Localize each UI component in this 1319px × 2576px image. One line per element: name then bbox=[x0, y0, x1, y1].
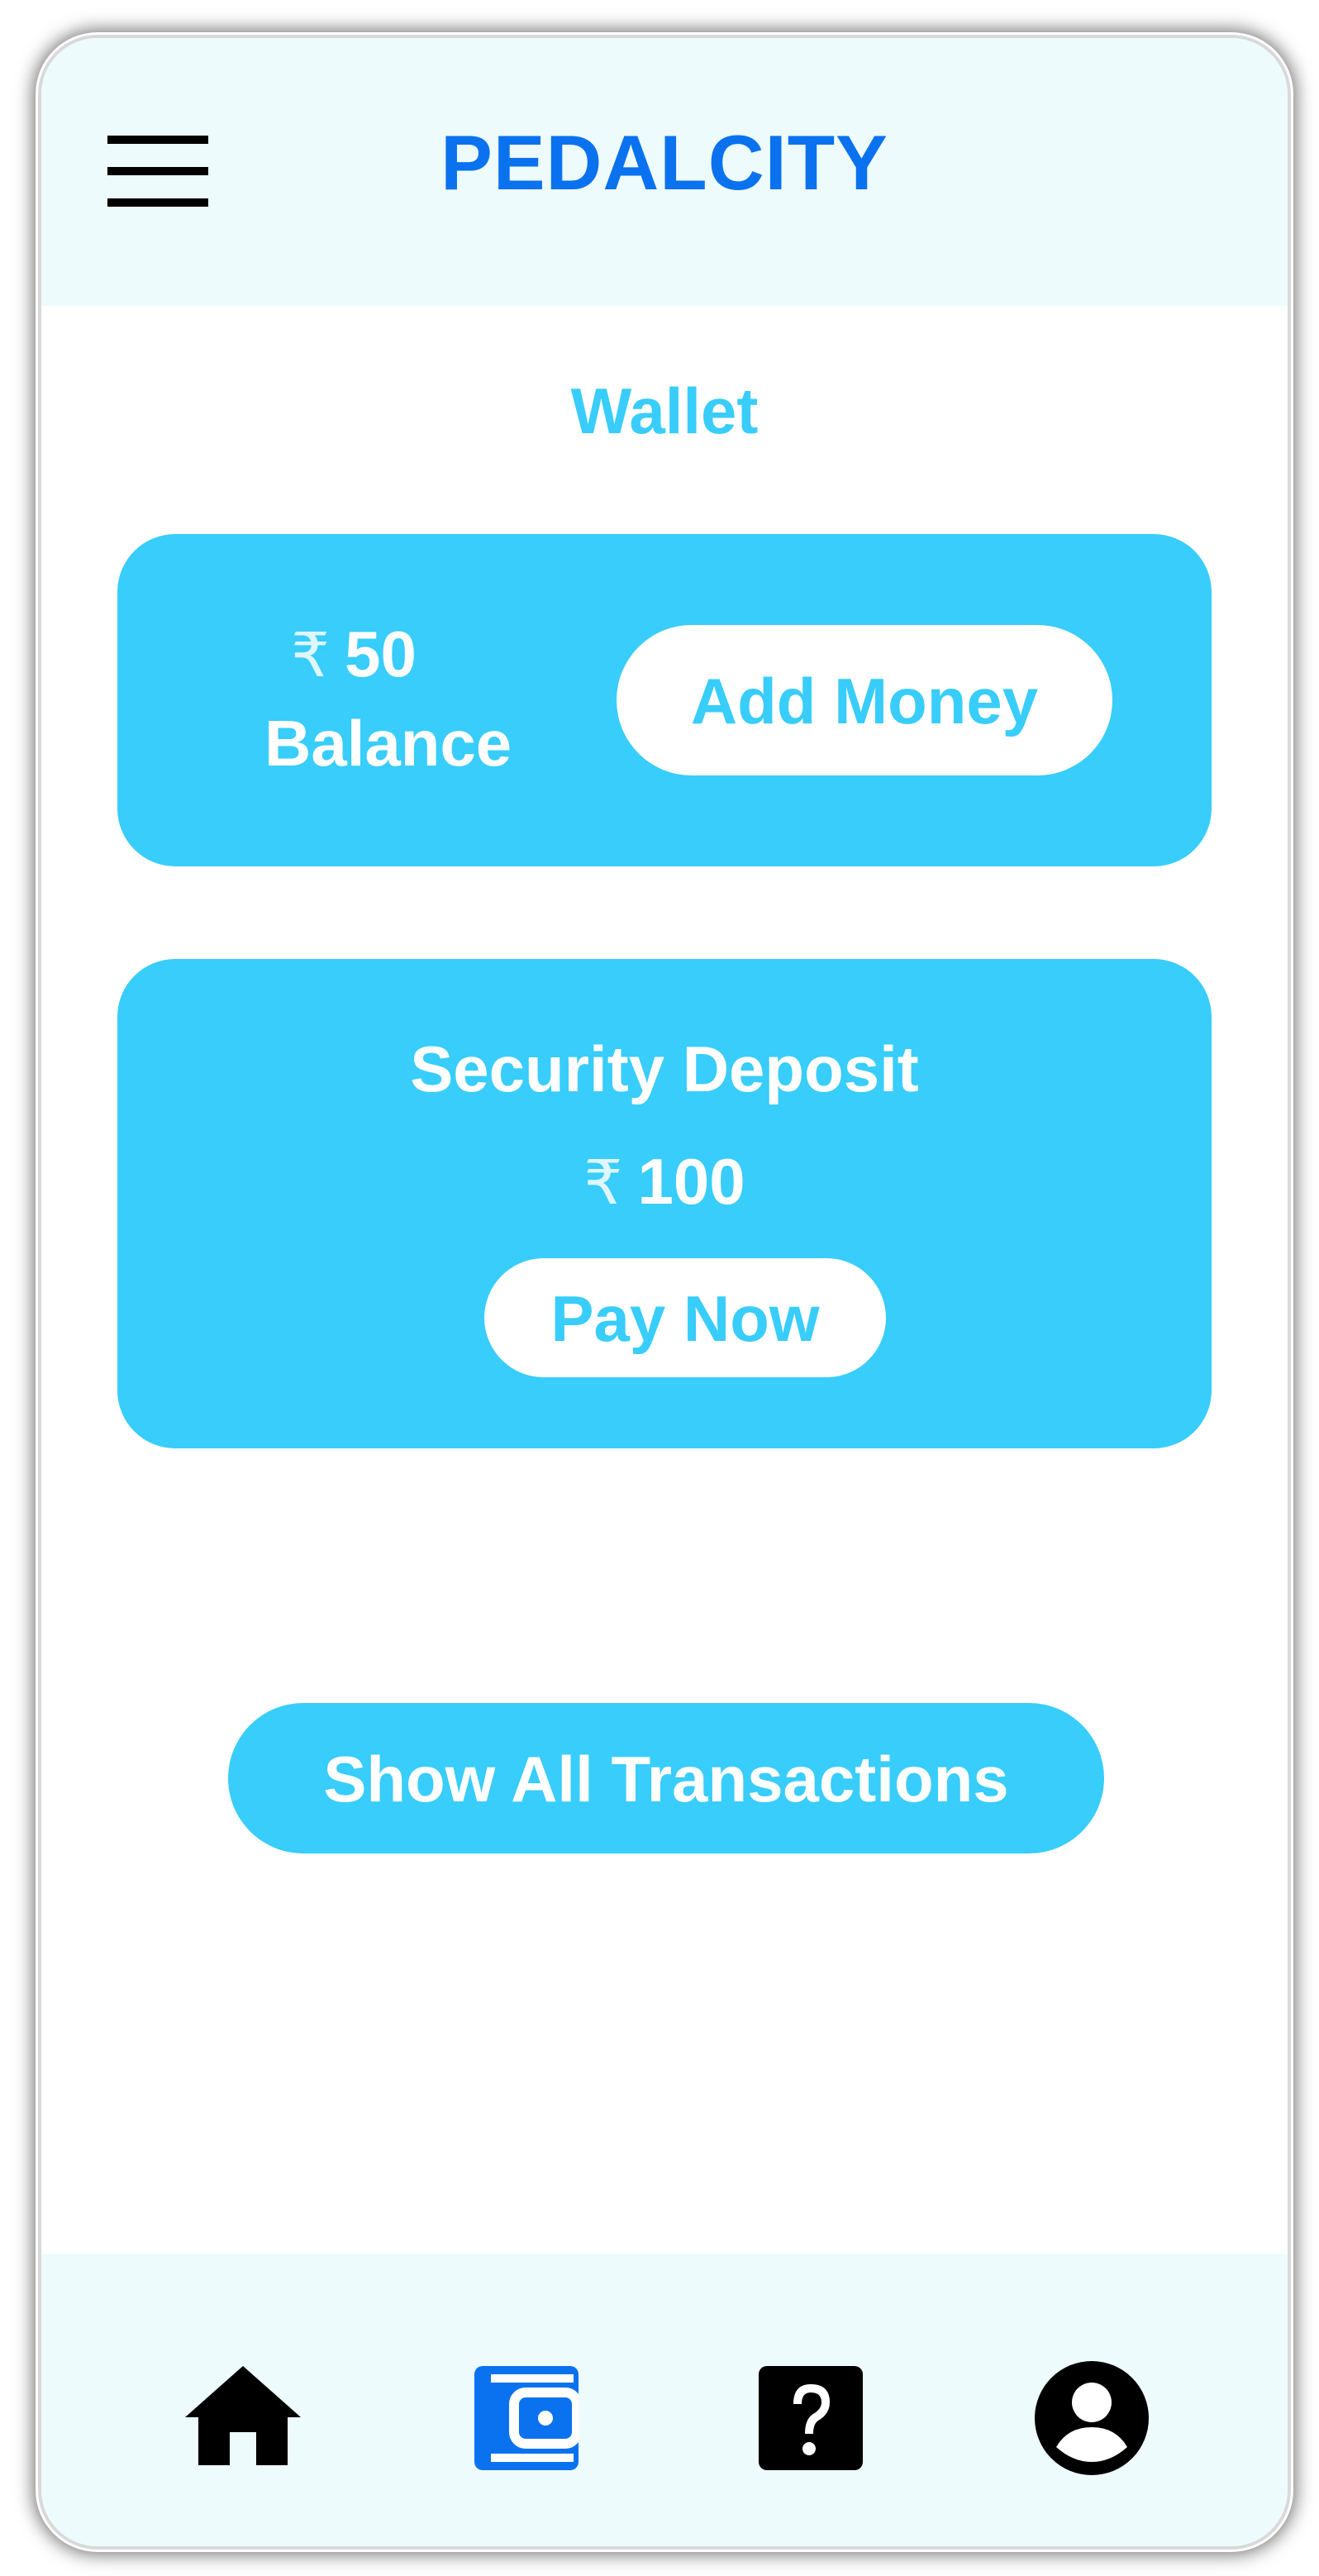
nav-wallet[interactable] bbox=[474, 2366, 579, 2470]
help-icon bbox=[759, 2366, 863, 2470]
deposit-value: 100 bbox=[637, 1145, 745, 1218]
balance-label: Balance bbox=[264, 707, 512, 780]
balance-amount: ₹50 bbox=[291, 622, 417, 686]
page-title: Wallet bbox=[570, 374, 759, 447]
rupee-symbol: ₹ bbox=[583, 1148, 623, 1217]
nav-help[interactable] bbox=[759, 2366, 863, 2470]
security-deposit-amount: ₹100 bbox=[117, 1149, 1212, 1214]
wallet-icon bbox=[474, 2366, 579, 2470]
nav-profile[interactable] bbox=[1035, 2361, 1149, 2475]
profile-icon bbox=[1035, 2361, 1149, 2475]
nav-home[interactable] bbox=[185, 2366, 301, 2465]
phone-frame: PEDALCITY Wallet ₹50 Balance Add Money S… bbox=[38, 35, 1291, 2550]
security-deposit-card: Security Deposit ₹100 Pay Now bbox=[117, 959, 1212, 1448]
rupee-symbol: ₹ bbox=[291, 621, 331, 689]
app-title: PEDALCITY bbox=[440, 119, 888, 206]
pay-now-button[interactable]: Pay Now bbox=[484, 1258, 886, 1377]
show-all-transactions-button[interactable]: Show All Transactions bbox=[228, 1703, 1104, 1853]
balance-value: 50 bbox=[345, 618, 417, 690]
bottom-nav bbox=[41, 2254, 1288, 2546]
security-deposit-title: Security Deposit bbox=[410, 1033, 919, 1105]
balance-card: ₹50 Balance Add Money bbox=[117, 534, 1212, 866]
add-money-button[interactable]: Add Money bbox=[617, 625, 1112, 775]
home-icon bbox=[185, 2366, 301, 2465]
app-header: PEDALCITY bbox=[41, 38, 1288, 306]
